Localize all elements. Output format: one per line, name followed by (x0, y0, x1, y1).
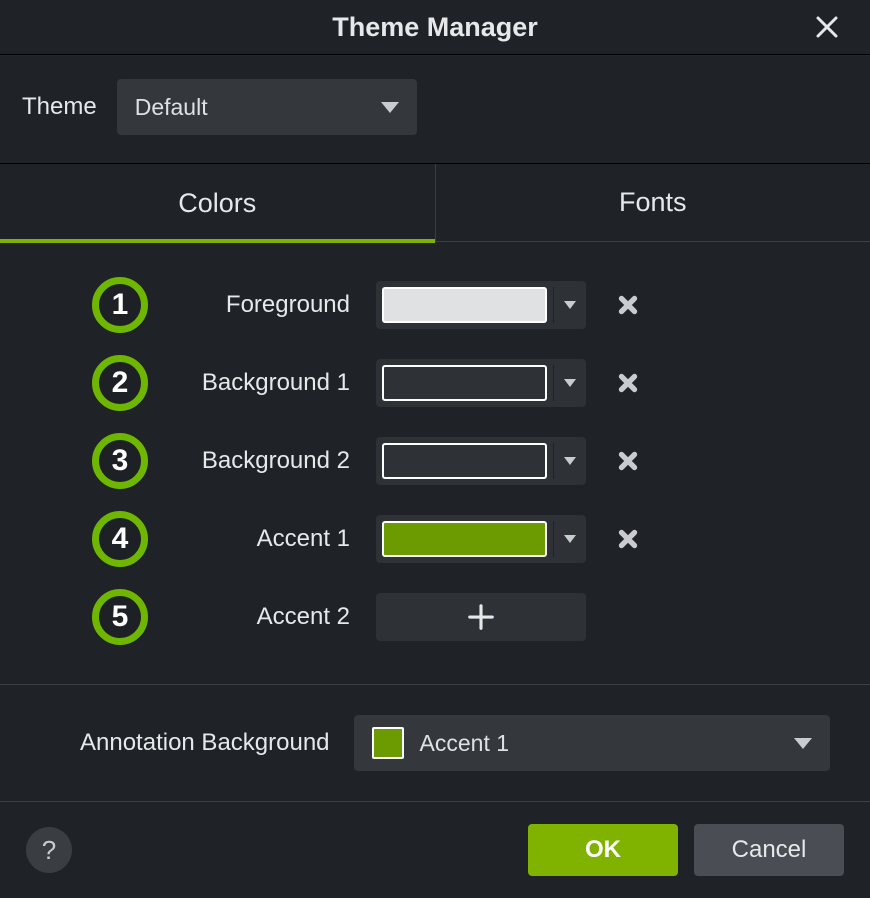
chevron-down-icon (564, 379, 576, 387)
color-row: 1 Foreground (0, 266, 870, 344)
chevron-down-icon (564, 535, 576, 543)
color-swatch-picker[interactable] (376, 515, 586, 563)
ok-button[interactable]: OK (528, 824, 678, 876)
theme-select[interactable]: Default (117, 79, 417, 135)
close-icon (815, 15, 839, 39)
annotation-background-row: Annotation Background Accent 1 (0, 685, 870, 801)
close-button[interactable] (809, 9, 845, 45)
color-row-label: Accent 1 (170, 525, 350, 553)
color-swatch-picker[interactable] (376, 281, 586, 329)
color-row-label: Background 2 (170, 447, 350, 475)
dialog-title: Theme Manager (332, 12, 538, 43)
tab-colors[interactable]: Colors (0, 164, 436, 242)
color-row: 3 Background 2 (0, 422, 870, 500)
clear-color-button[interactable] (608, 285, 648, 325)
theme-selector-row: Theme Default (0, 55, 870, 164)
chevron-down-icon (564, 457, 576, 465)
clear-color-button[interactable] (608, 519, 648, 559)
color-swatch (382, 443, 547, 479)
annotation-color-chip (372, 727, 404, 759)
callout-badge: 3 (92, 433, 148, 489)
plus-icon (466, 602, 496, 632)
color-row-label: Accent 2 (170, 603, 350, 631)
clear-color-button[interactable] (608, 441, 648, 481)
tab-fonts[interactable]: Fonts (436, 164, 870, 242)
color-row-label: Background 1 (170, 369, 350, 397)
chevron-down-icon (794, 738, 812, 749)
clear-color-button[interactable] (608, 363, 648, 403)
clear-icon (615, 526, 641, 552)
color-row: 2 Background 1 (0, 344, 870, 422)
dialog-footer: ? OK Cancel (0, 801, 870, 898)
clear-icon (615, 448, 641, 474)
add-color-button[interactable] (376, 593, 586, 641)
color-row: 5 Accent 2 (0, 578, 870, 656)
annotation-background-select[interactable]: Accent 1 (354, 715, 830, 771)
theme-label: Theme (22, 93, 97, 121)
clear-icon (615, 292, 641, 318)
color-row: 4 Accent 1 (0, 500, 870, 578)
clear-icon (615, 370, 641, 396)
color-row-label: Foreground (170, 291, 350, 319)
callout-badge: 4 (92, 511, 148, 567)
annotation-background-value: Accent 1 (420, 730, 510, 757)
title-bar: Theme Manager (0, 0, 870, 55)
callout-badge: 2 (92, 355, 148, 411)
chevron-down-icon (564, 301, 576, 309)
tab-bar: Colors Fonts (0, 164, 870, 242)
color-swatch-picker[interactable] (376, 359, 586, 407)
chevron-down-icon (381, 102, 399, 113)
color-swatch (382, 521, 547, 557)
callout-badge: 5 (92, 589, 148, 645)
color-swatch (382, 287, 547, 323)
cancel-button[interactable]: Cancel (694, 824, 844, 876)
help-button[interactable]: ? (26, 827, 72, 873)
color-list: 1 Foreground 2 Background 1 3 Background 2 4 Ac… (0, 242, 870, 670)
theme-select-value: Default (135, 94, 208, 121)
theme-manager-dialog: Theme Manager Theme Default Colors Fonts… (0, 0, 870, 898)
annotation-background-label: Annotation Background (80, 729, 330, 757)
color-swatch-picker[interactable] (376, 437, 586, 485)
color-swatch (382, 365, 547, 401)
callout-badge: 1 (92, 277, 148, 333)
